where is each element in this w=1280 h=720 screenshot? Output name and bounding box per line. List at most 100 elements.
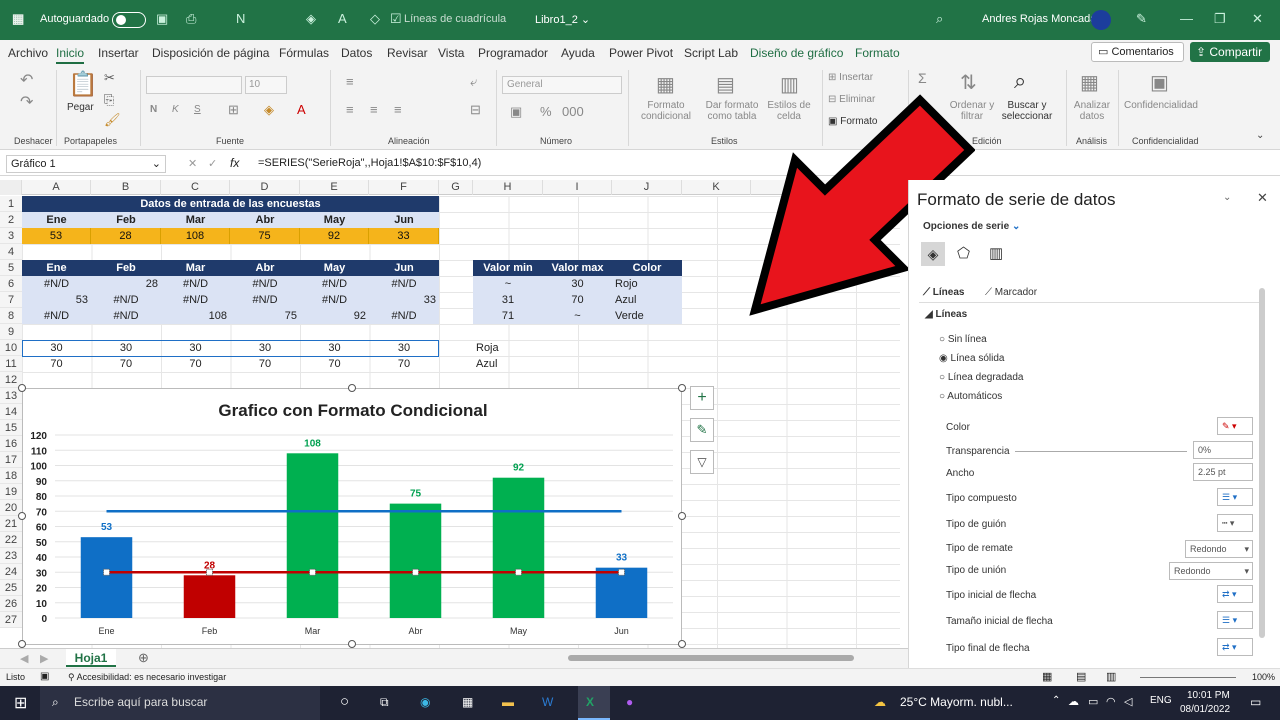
bar[interactable] <box>80 537 133 618</box>
table2-cell[interactable]: 70 <box>22 356 91 372</box>
format-painter-icon[interactable]: 🖌 <box>104 112 121 128</box>
cloud-icon[interactable]: ☁ <box>1068 695 1079 708</box>
table2-header[interactable]: Feb <box>91 260 161 276</box>
next-sheet-icon[interactable]: ▶ <box>40 652 48 665</box>
insert-button[interactable]: ⊞ Insertar <box>828 72 873 83</box>
eraser-icon[interactable]: ◇ <box>370 11 380 27</box>
network-icon[interactable]: ▭ <box>1088 695 1098 708</box>
row-header[interactable]: 23 <box>0 548 22 564</box>
currency-icon[interactable]: ▣ <box>510 104 522 120</box>
data-label[interactable]: 75 <box>410 489 422 500</box>
italic-button[interactable]: K <box>172 104 179 115</box>
taskbar-search[interactable]: ⌕ Escribe aquí para buscar <box>40 686 320 720</box>
table2-cell[interactable]: #N/D <box>369 276 439 292</box>
maximize-icon[interactable]: ❐ <box>1214 11 1226 27</box>
cortana-icon[interactable]: ○ <box>340 693 349 710</box>
table3-cell[interactable]: 71 <box>473 308 543 324</box>
arrow-start-size-select[interactable]: ☰ ▾ <box>1217 611 1253 629</box>
table2-cell[interactable]: #N/D <box>230 292 300 308</box>
table2-cell[interactable]: #N/D <box>300 276 369 292</box>
y-tick-label[interactable]: 100 <box>30 462 47 473</box>
table2-cell[interactable]: #N/D <box>230 276 300 292</box>
formula-input[interactable]: =SERIES("SerieRoja",,Hoja1!$A$10:$F$10,4… <box>258 157 481 169</box>
table2-header[interactable]: May <box>300 260 369 276</box>
border-icon[interactable]: ⊞ <box>228 102 239 118</box>
fill-icon[interactable]: ◈ <box>264 102 274 118</box>
excel-taskbar-button[interactable]: X <box>578 686 610 720</box>
col-f[interactable]: F <box>369 180 439 195</box>
col-i[interactable]: I <box>543 180 612 195</box>
row-header[interactable]: 26 <box>0 596 22 612</box>
row-header[interactable]: 24 <box>0 564 22 580</box>
chart-resize-handle[interactable] <box>678 640 686 648</box>
dash-select[interactable]: ┅ ▾ <box>1217 514 1253 532</box>
table2-cell[interactable]: 75 <box>230 308 300 324</box>
row-header[interactable]: 3 <box>0 228 22 244</box>
table1-value[interactable]: 75 <box>230 228 300 244</box>
analyze-label[interactable]: Analizar datos <box>1070 100 1114 122</box>
table3-header[interactable]: Valor max <box>543 260 612 276</box>
fx-icon[interactable]: fx <box>230 156 239 170</box>
redo-icon[interactable]: ↷ <box>20 92 33 112</box>
table1-month[interactable]: Jun <box>369 212 439 228</box>
fill-color-icon[interactable]: ◈ <box>306 11 316 27</box>
prev-sheet-icon[interactable]: ◀ <box>20 652 28 665</box>
page-layout-icon[interactable]: ▤ <box>1076 670 1086 683</box>
series-point-selection[interactable] <box>412 568 419 576</box>
row-header[interactable]: 1 <box>0 196 22 212</box>
table1-month[interactable]: Feb <box>91 212 161 228</box>
underline-button[interactable]: S <box>194 104 201 115</box>
print-icon[interactable]: ⎙ <box>186 11 196 27</box>
data-label[interactable]: 53 <box>101 522 113 533</box>
table2-cell[interactable]: #N/D <box>161 292 230 308</box>
comma-icon[interactable]: 000 <box>562 104 584 119</box>
arrow-end-select[interactable]: ⇄ ▾ <box>1217 638 1253 656</box>
y-tick-label[interactable]: 50 <box>36 538 48 549</box>
number-format-select[interactable]: General <box>502 76 622 94</box>
row-header[interactable]: 16 <box>0 436 22 452</box>
row-header[interactable]: 10 <box>0 340 22 356</box>
radio-automatic[interactable]: ○ Automáticos <box>939 391 1002 402</box>
series-point-selection[interactable] <box>515 568 522 576</box>
chart-resize-handle[interactable] <box>348 384 356 392</box>
table3-header[interactable]: Valor min <box>473 260 543 276</box>
menu-disposicion[interactable]: Disposición de página <box>152 46 269 60</box>
table2-cell[interactable]: 70 <box>300 356 369 372</box>
confidentiality-icon[interactable]: ▣ <box>1150 70 1169 95</box>
table2-cell[interactable]: 70 <box>91 356 161 372</box>
weather-icon[interactable]: ☁ <box>874 695 886 709</box>
share-button[interactable]: ⇪ Compartir <box>1190 42 1270 62</box>
notifications-icon[interactable]: ▭ <box>1250 695 1261 709</box>
chart-resize-handle[interactable] <box>678 384 686 392</box>
col-a[interactable]: A <box>22 180 91 195</box>
tab-lines[interactable]: ⟋ Líneas <box>923 287 964 298</box>
clock-date[interactable]: 08/01/2022 <box>1180 704 1230 715</box>
col-c[interactable]: C <box>161 180 230 195</box>
x-tick-label[interactable]: Mar <box>305 626 321 636</box>
x-tick-label[interactable]: Feb <box>202 626 218 636</box>
table1-month[interactable]: May <box>300 212 369 228</box>
x-tick-label[interactable]: May <box>510 626 528 636</box>
chart-resize-handle[interactable] <box>18 384 26 392</box>
table2-cell[interactable]: 70 <box>230 356 300 372</box>
sheet-tab-hoja1[interactable]: Hoja1 <box>66 649 116 667</box>
undo-icon[interactable]: ↶ <box>20 70 33 90</box>
chart-resize-handle[interactable] <box>18 512 26 520</box>
table3-header[interactable]: Color <box>612 260 682 276</box>
table2-header[interactable]: Ene <box>22 260 91 276</box>
y-tick-label[interactable]: 70 <box>36 507 48 518</box>
table2-cell[interactable]: 92 <box>300 308 369 324</box>
table3-cell[interactable]: 31 <box>473 292 543 308</box>
close-icon[interactable]: ✕ <box>1257 190 1268 206</box>
collapse-ribbon-icon[interactable]: ⌄ <box>1256 130 1264 141</box>
paste-icon[interactable]: 📋 <box>68 70 98 99</box>
table3-cell[interactable]: ~ <box>543 308 612 324</box>
cap-select[interactable]: Redondo ▾ <box>1185 540 1253 558</box>
merge-icon[interactable]: ⊟ <box>470 102 481 118</box>
search-icon[interactable]: ⌕ <box>936 11 943 27</box>
x-tick-label[interactable]: Abr <box>408 626 422 636</box>
fill-line-icon[interactable]: ◈ <box>921 242 945 266</box>
name-box[interactable]: Gráfico 1 ⌄ <box>6 155 166 173</box>
transparency-slider[interactable] <box>1015 451 1187 452</box>
chart-area[interactable]: Grafico con Formato Condicional 0 10 20 30 40… <box>22 388 682 645</box>
